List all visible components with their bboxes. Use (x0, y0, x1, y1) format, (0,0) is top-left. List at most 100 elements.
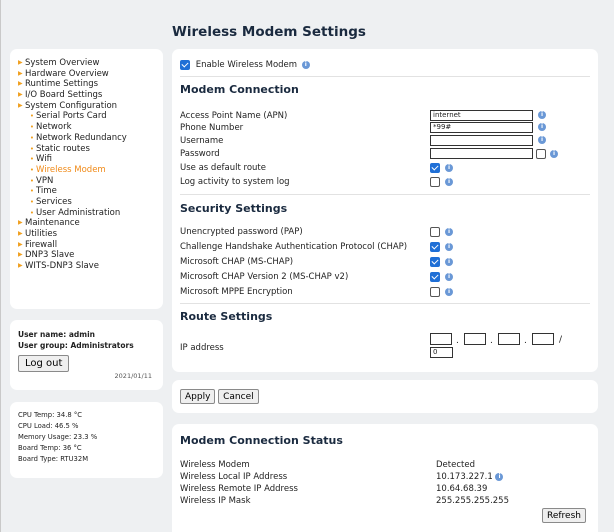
security-settings-title: Security Settings (180, 202, 288, 215)
sidebar-item[interactable]: • VPN (18, 176, 163, 187)
sidebar-item[interactable]: • Network Redundancy (18, 133, 163, 144)
mschap-row: Microsoft CHAP (MS-CHAP) i (180, 256, 590, 268)
user-group: User group: Administrators (18, 341, 134, 350)
nav-list: ▶ System Overview ▶ Hardware Overview ▶ Runti… (18, 58, 163, 272)
info-icon[interactable]: i (538, 111, 546, 119)
sidebar-item-label: Hardware Overview (25, 68, 109, 79)
sidebar-item[interactable]: • Network (18, 122, 163, 133)
local-ip-value: 10.173.227.1 (436, 472, 493, 482)
mppe-checkbox[interactable] (430, 287, 440, 297)
default-route-checkbox[interactable] (430, 163, 440, 173)
info-icon[interactable]: i (445, 288, 453, 296)
info-icon[interactable]: i (495, 472, 504, 481)
sidebar-item[interactable]: ▶ Firewall (18, 240, 163, 251)
ip-separator: . (456, 336, 459, 346)
info-icon[interactable]: i (445, 178, 453, 186)
info-icon[interactable]: i (445, 273, 453, 281)
sidebar-item[interactable]: • Time (18, 186, 163, 197)
sidebar-item[interactable]: ▶ WITS-DNP3 Slave (18, 261, 163, 272)
sidebar-item[interactable]: • Services (18, 197, 163, 208)
sidebar-item[interactable]: • Serial Ports Card (18, 111, 163, 122)
board-type: Board Type: RTU32M (18, 455, 89, 463)
refresh-button[interactable]: Refresh (542, 508, 586, 523)
sidebar-item-label: I/O Board Settings (25, 90, 103, 101)
chap-label: Challenge Handshake Authentication Proto… (180, 242, 408, 252)
apply-button[interactable]: Apply (180, 389, 216, 404)
chap-checkbox[interactable] (430, 242, 440, 252)
info-icon[interactable]: i (550, 150, 558, 158)
info-icon[interactable]: i (445, 258, 453, 266)
status-row: Wireless Modem Detected (180, 460, 580, 470)
bullet-icon: • (29, 112, 35, 121)
ip-octet-2-input[interactable] (464, 333, 486, 345)
sidebar-item[interactable]: • User Administration (18, 208, 163, 219)
status-label: Wireless Modem (180, 460, 250, 470)
bullet-icon: • (29, 133, 35, 142)
chevron-right-icon: ▶ (18, 262, 23, 270)
sidebar-item-label: Firewall (25, 239, 58, 250)
sidebar-item[interactable]: ▶ System Overview (18, 58, 163, 69)
info-icon[interactable]: i (538, 123, 546, 131)
chevron-right-icon: ▶ (18, 59, 23, 66)
ip-octet-1-input[interactable] (430, 333, 452, 345)
sidebar-item[interactable]: ▶ Maintenance (18, 218, 163, 229)
sidebar-item-label: Network (36, 122, 72, 133)
sidebar-item-label: User Administration (36, 207, 121, 218)
chevron-right-icon: ▶ (18, 240, 23, 248)
info-icon[interactable]: i (445, 243, 453, 251)
password-row: Password i (180, 148, 590, 160)
sidebar-item[interactable]: ▶ Hardware Overview (18, 69, 163, 80)
password-input[interactable] (430, 148, 533, 159)
bullet-icon: • (29, 144, 35, 153)
info-icon[interactable]: i (445, 164, 453, 172)
sidebar-item[interactable]: ▶ I/O Board Settings (18, 90, 163, 101)
sidebar-item[interactable]: • Wireless Modem (18, 165, 163, 176)
status-label: Wireless IP Mask (180, 496, 251, 506)
phone-input[interactable]: *99# (430, 122, 533, 133)
info-icon[interactable]: i (301, 60, 310, 69)
ip-octet-3-input[interactable] (498, 333, 520, 345)
show-password-checkbox[interactable] (536, 149, 546, 159)
logout-button[interactable]: Log out (18, 355, 70, 372)
sidebar-item-label: Network Redundancy (36, 132, 127, 143)
pap-checkbox[interactable] (430, 227, 440, 237)
mschap2-label: Microsoft CHAP Version 2 (MS-CHAP v2) (180, 272, 349, 282)
default-route-label: Use as default route (180, 163, 266, 173)
chevron-right-icon: ▶ (18, 91, 23, 99)
ip-octet-4-input[interactable] (532, 333, 554, 345)
mschap2-checkbox[interactable] (430, 272, 440, 282)
status-value: 255.255.255.255 (436, 496, 510, 506)
mschap-checkbox[interactable] (430, 257, 440, 267)
board-temp: Board Temp: 36 °C (18, 444, 82, 452)
enable-modem-checkbox[interactable] (180, 59, 190, 70)
user-panel: User name: admin User group: Administrat… (10, 320, 163, 390)
bullet-icon: • (29, 176, 35, 185)
apn-row: Access Point Name (APN) internet i (180, 110, 590, 122)
divider (180, 194, 590, 195)
subnet-mask-input[interactable]: 0 (430, 347, 453, 358)
bullet-icon: • (29, 187, 35, 196)
cpu-temp: CPU Temp: 34.8 °C (18, 411, 82, 419)
sidebar-item[interactable]: ▶ DNP3 Slave (18, 250, 163, 261)
username-input[interactable] (430, 135, 533, 146)
modem-connection-title: Modem Connection (180, 83, 299, 96)
chevron-right-icon: ▶ (18, 219, 23, 227)
log-activity-checkbox[interactable] (430, 177, 440, 187)
sidebar-item[interactable]: ▶ Utilities (18, 229, 163, 240)
user-name: User name: admin (18, 330, 96, 339)
info-icon[interactable]: i (445, 228, 453, 236)
bullet-icon: • (29, 123, 35, 132)
sidebar-item[interactable]: ▶ System Configuration (18, 101, 163, 112)
username-row: Username i (180, 135, 590, 147)
sidebar-item[interactable]: ▶ Runtime Settings (18, 79, 163, 90)
default-route-row: Use as default route i (180, 162, 590, 174)
log-activity-row: Log activity to system log i (180, 176, 590, 188)
sidebar-item[interactable]: • Wifi (18, 154, 163, 165)
sidebar-item[interactable]: • Static routes (18, 144, 163, 155)
apn-input[interactable]: internet (430, 110, 533, 121)
ip-slash: / (559, 335, 563, 345)
info-icon[interactable]: i (538, 136, 546, 144)
cancel-button[interactable]: Cancel (218, 389, 259, 404)
page-title: Wireless Modem Settings (172, 24, 366, 40)
chevron-right-icon: ▶ (18, 69, 23, 77)
